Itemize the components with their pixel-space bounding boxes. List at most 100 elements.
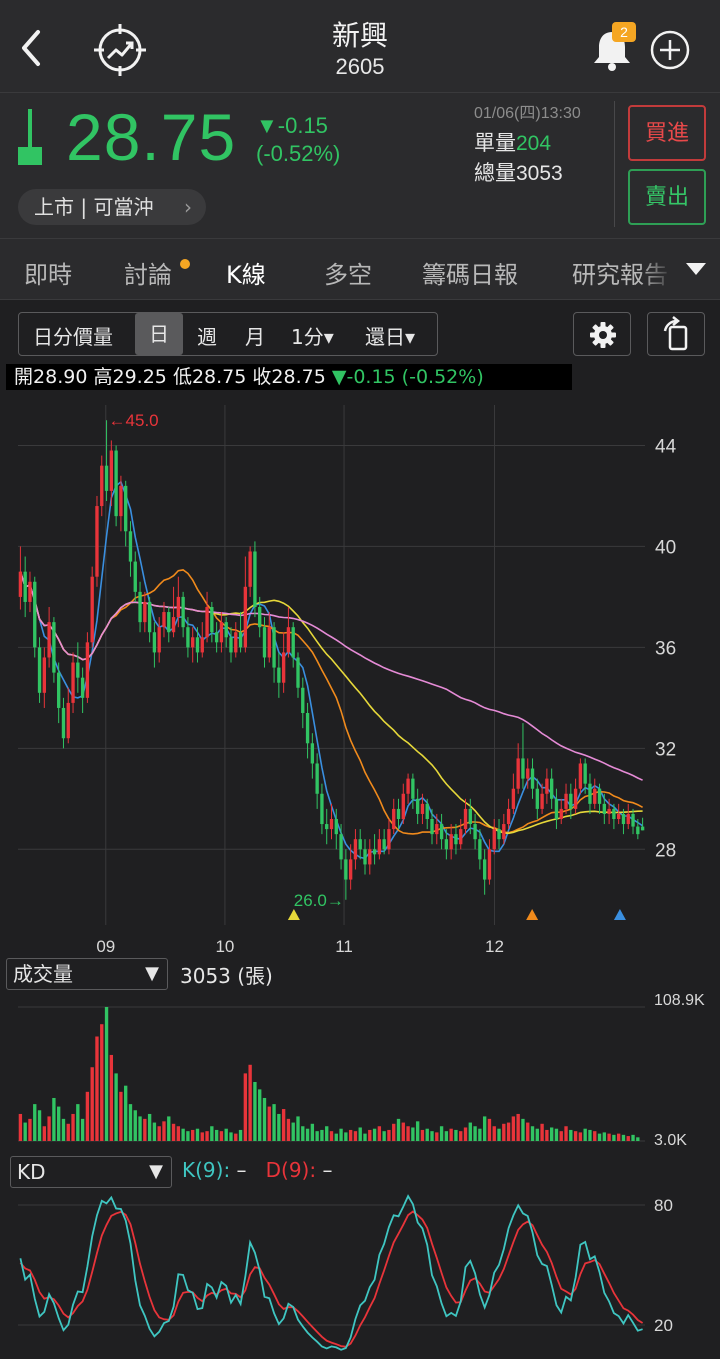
price-change: ▼-0.15 (256, 113, 328, 138)
candle-body (258, 607, 262, 628)
period-week[interactable]: 週 (197, 321, 217, 350)
candle-body (162, 612, 166, 628)
candle-body (569, 793, 573, 809)
period-intraday[interactable]: 日分價量 (33, 321, 113, 350)
volume-bar (47, 1116, 51, 1141)
volume-bar (617, 1133, 621, 1141)
market-info-pill[interactable]: 上市 | 可當沖 › (18, 189, 206, 225)
tab-long-short[interactable]: 多空 (324, 255, 372, 290)
candle-body (181, 596, 185, 628)
candlestick (506, 798, 511, 830)
candle-body (554, 798, 559, 819)
chart-settings-button[interactable] (573, 312, 631, 356)
volume-indicator-select[interactable]: 成交量 ▼ (6, 958, 168, 990)
notification-badge: 2 (612, 22, 636, 42)
candlestick (516, 743, 520, 794)
unit-volume: 單量204 (474, 131, 552, 155)
period-day[interactable]: 日 (135, 313, 183, 355)
candlestick (617, 803, 621, 825)
tab-more-button[interactable] (674, 239, 720, 299)
candlestick (454, 824, 458, 855)
candlestick (439, 813, 444, 850)
candle-body (521, 758, 525, 779)
candle-body (406, 778, 410, 794)
chevron-right-icon: › (184, 195, 192, 219)
volume-bar (205, 1131, 209, 1141)
volume-bar (61, 1118, 66, 1141)
caret-down-icon: ▼ (145, 963, 159, 984)
candlestick (305, 702, 310, 759)
volume-bar (478, 1128, 482, 1141)
volume-bar (195, 1128, 200, 1141)
candlestick (238, 612, 243, 653)
candlestick (114, 445, 118, 527)
candle-body (626, 813, 630, 825)
candle-body (334, 819, 338, 835)
add-icon[interactable] (648, 28, 692, 72)
rotate-screen-button[interactable] (647, 312, 705, 356)
candlestick (191, 627, 195, 663)
volume-bar (162, 1121, 166, 1141)
volume-bar (554, 1128, 559, 1141)
candlestick (392, 798, 396, 835)
candlestick (353, 829, 358, 870)
volume-bar (191, 1129, 195, 1141)
volume-bar (238, 1129, 243, 1141)
candle-body (463, 808, 468, 830)
volume-bar (573, 1131, 578, 1141)
kd-20-label: 20 (654, 1316, 673, 1335)
kd-info: K(9): – D(9): – (182, 1158, 333, 1182)
buy-button[interactable]: 買進 (628, 105, 706, 161)
tab-kline[interactable]: K線 (226, 255, 266, 290)
k-line-chart[interactable]: 44 40 36 32 28 09 10 11 12 ←45.0 26.0→ 108.9K 3.0… (0, 395, 720, 1359)
candlestick (219, 612, 224, 653)
volume-bar (564, 1126, 568, 1141)
volume-bar (253, 1081, 257, 1141)
candle-body (516, 758, 520, 789)
candle-body (272, 627, 276, 668)
volume-max-label: 108.9K (654, 992, 705, 1009)
candle-body (28, 581, 32, 602)
volume-bar (248, 1064, 252, 1141)
candle-body (281, 652, 286, 683)
candlestick (42, 647, 46, 708)
volume-bar (315, 1131, 319, 1141)
period-selector: 日分價量 日 週 月 1分▾ 還日▾ (18, 312, 438, 356)
sell-button[interactable]: 賣出 (628, 169, 706, 225)
candle-body (439, 824, 444, 840)
candle-body (152, 632, 157, 653)
kd-indicator-select[interactable]: KD ▼ (10, 1156, 172, 1188)
candlestick (593, 778, 597, 809)
tab-realtime[interactable]: 即時 (24, 255, 72, 290)
candle-body (310, 743, 315, 764)
period-month[interactable]: 月 (245, 321, 265, 350)
candle-body (325, 824, 329, 830)
period-adjust[interactable]: 還日▾ (365, 321, 415, 350)
candle-body (415, 798, 420, 814)
period-minute[interactable]: 1分▾ (291, 321, 334, 350)
candle-body (430, 819, 434, 835)
ma20-line (19, 569, 643, 835)
volume-bar (473, 1126, 477, 1141)
volume-bar (157, 1126, 161, 1141)
tab-discussion[interactable]: 討論 (124, 255, 172, 290)
volume-bar (310, 1123, 315, 1141)
candle-body (66, 702, 70, 739)
volume-bar (549, 1127, 554, 1141)
month-tick-label: 12 (485, 937, 504, 956)
volume-bar (401, 1122, 405, 1141)
volume-bar (128, 1104, 133, 1141)
volume-bar (516, 1113, 520, 1141)
volume-bar (344, 1132, 348, 1141)
tab-chip-daily[interactable]: 籌碼日報 (422, 255, 518, 290)
candle-body (353, 839, 358, 860)
volume-bar (368, 1129, 372, 1141)
candle-body (128, 531, 133, 562)
down-candle-icon (18, 109, 42, 165)
volume-bar (593, 1131, 597, 1141)
candle-body (382, 839, 386, 850)
candle-body (482, 859, 487, 880)
volume-bar (147, 1113, 152, 1141)
caret-down-icon (686, 263, 706, 275)
volume-bar (262, 1097, 267, 1141)
